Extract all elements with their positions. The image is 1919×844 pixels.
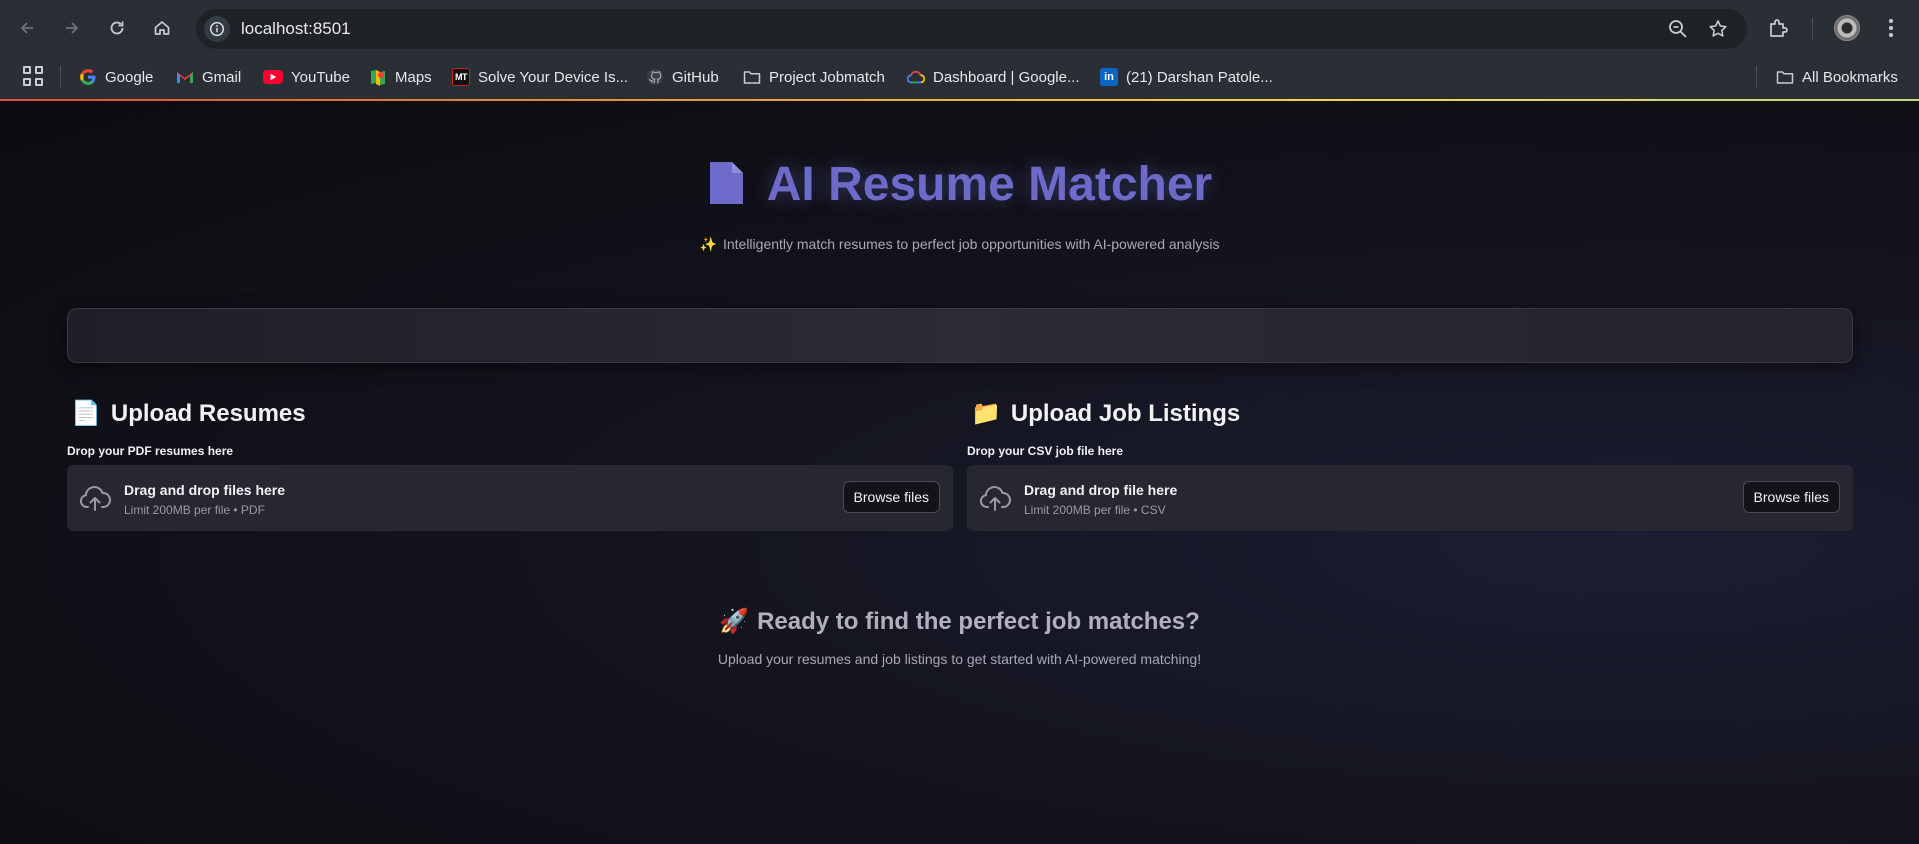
forward-button[interactable] (56, 12, 88, 44)
cta-subtitle: Upload your resumes and job listings to … (717, 651, 1202, 667)
profile-avatar[interactable] (1834, 15, 1860, 41)
extensions-icon[interactable] (1766, 16, 1790, 40)
home-button[interactable] (146, 12, 178, 44)
jobs-dropzone[interactable]: Drag and drop file here Limit 200MB per … (967, 465, 1853, 531)
resume-uploader-label: Drop your PDF resumes here (67, 444, 234, 458)
upload-jobs-heading: 📁 Upload Job Listings (971, 399, 1240, 428)
bookmark-label: (21) Darshan Patole... (1126, 68, 1273, 86)
arrow-right-icon (66, 22, 79, 34)
app-page: AI Resume Matcher ✨ Intelligently match r… (0, 101, 1919, 844)
bookmark-label: YouTube (291, 68, 350, 86)
bookmark-dashboard[interactable]: Dashboard | Google... (907, 64, 1079, 90)
reload-button[interactable] (101, 12, 133, 44)
all-bookmarks[interactable]: All Bookmarks (1776, 64, 1898, 90)
bookmark-github[interactable]: GitHub (646, 64, 719, 90)
resume-dropzone[interactable]: Drag and drop files here Limit 200MB per… (67, 465, 953, 531)
page-subtitle-text: Intelligently match resumes to perfect j… (722, 236, 1220, 252)
upload-resumes-title: Upload Resumes (110, 399, 306, 427)
bookmark-label: Project Jobmatch (769, 68, 885, 86)
cta-title-text: Ready to find the perfect job matches? (757, 608, 1200, 635)
bookmark-label: Google (105, 68, 154, 86)
cloud-upload-icon (979, 486, 1011, 511)
github-icon (646, 68, 664, 86)
bookmark-label: Solve Your Device Is... (478, 68, 629, 86)
bookmarks-divider (1756, 66, 1757, 88)
site-info-icon[interactable] (204, 16, 230, 42)
bookmark-star-icon[interactable] (1707, 18, 1729, 40)
youtube-icon (263, 70, 283, 84)
cta-heading: 🚀 Ready to find the perfect job matches? (0, 607, 1919, 636)
bookmarks-bar: Google Gmail YouTube Maps MT Solve Your … (0, 57, 1919, 99)
toolbar-divider (1812, 18, 1813, 40)
folder-icon: 📁 (971, 400, 1001, 427)
maps-icon (369, 68, 387, 86)
home-icon (154, 21, 170, 35)
page-subtitle: ✨ Intelligently match resumes to perfect … (0, 236, 1919, 253)
bookmark-maps[interactable]: Maps (369, 64, 432, 90)
mt-icon: MT (452, 68, 470, 86)
folder-icon (743, 68, 761, 86)
browser-menu-icon[interactable] (1886, 16, 1896, 40)
bookmark-label: GitHub (672, 68, 719, 86)
upload-jobs-title: Upload Job Listings (1010, 399, 1241, 427)
bookmarks-divider (60, 66, 61, 88)
browser-toolbar: localhost:8501 (0, 0, 1919, 57)
page-facing-up-icon: 📄 (71, 400, 101, 427)
all-bookmarks-label: All Bookmarks (1802, 68, 1898, 86)
apps-grid-icon[interactable] (22, 65, 44, 87)
status-banner (67, 308, 1853, 363)
sparkles-icon: ✨ (699, 236, 717, 252)
rocket-icon: 🚀 (719, 608, 750, 635)
resume-limit-text: Limit 200MB per file • PDF (124, 503, 265, 517)
page-title: AI Resume Matcher (0, 157, 1919, 218)
google-icon (79, 68, 97, 86)
jobs-browse-button[interactable]: Browse files (1742, 481, 1840, 513)
bookmark-label: Maps (395, 68, 432, 86)
browser-chrome: localhost:8501 Google Gmail YouTube Maps… (0, 0, 1919, 101)
bookmark-google[interactable]: Google (79, 64, 153, 90)
zoom-icon[interactable] (1667, 18, 1689, 40)
gmail-icon (176, 68, 194, 86)
address-bar[interactable]: localhost:8501 (196, 9, 1747, 49)
google-cloud-icon (907, 68, 925, 86)
jobs-limit-text: Limit 200MB per file • CSV (1024, 503, 1166, 517)
bookmark-solve-device[interactable]: MT Solve Your Device Is... (452, 64, 628, 90)
bookmark-project-jobmatch[interactable]: Project Jobmatch (743, 64, 885, 90)
cloud-upload-icon (79, 486, 111, 511)
jobs-drop-title: Drag and drop file here (1024, 482, 1178, 498)
document-icon (707, 160, 745, 218)
bookmark-youtube[interactable]: YouTube (263, 64, 350, 90)
url-text[interactable]: localhost:8501 (241, 19, 351, 39)
reload-icon (110, 21, 124, 35)
bookmark-label: Dashboard | Google... (933, 68, 1080, 86)
back-button[interactable] (11, 12, 43, 44)
bookmark-linkedin[interactable]: in (21) Darshan Patole... (1100, 64, 1273, 90)
resume-drop-title: Drag and drop files here (124, 482, 286, 498)
folder-icon (1776, 68, 1794, 86)
bookmark-label: Gmail (202, 68, 242, 86)
resume-browse-button[interactable]: Browse files (842, 481, 940, 513)
upload-resumes-heading: 📄 Upload Resumes (71, 399, 306, 428)
arrow-left-icon (20, 22, 33, 34)
bookmark-gmail[interactable]: Gmail (176, 64, 241, 90)
linkedin-icon: in (1100, 68, 1118, 86)
jobs-uploader-label: Drop your CSV job file here (967, 444, 1124, 458)
page-title-text: AI Resume Matcher (766, 158, 1213, 211)
